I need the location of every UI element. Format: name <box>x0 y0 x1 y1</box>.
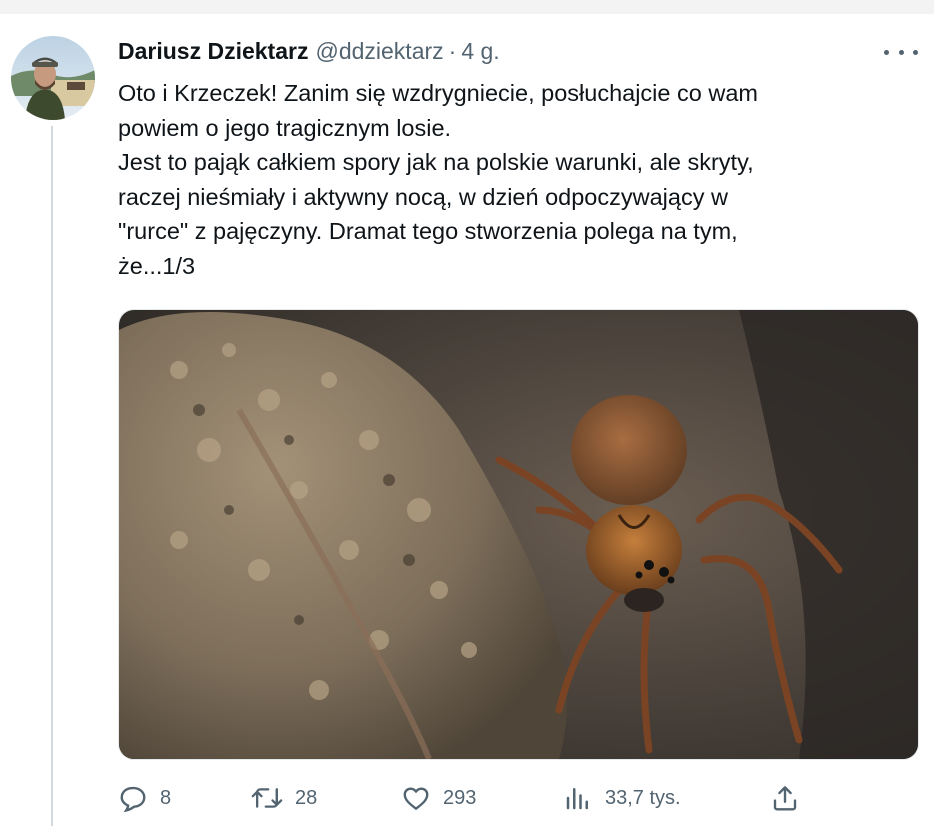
like-button[interactable]: 293 <box>401 780 476 816</box>
reply-icon <box>120 786 146 813</box>
author-handle[interactable]: @ddziektarz <box>315 38 443 65</box>
top-strip <box>0 0 934 14</box>
tweet-actions: 8 28 293 33,7 tys. <box>118 780 918 816</box>
more-horizontal-icon[interactable] <box>884 40 918 64</box>
tweet-header: Dariusz Dziektarz @ddziektarz · 4 g. <box>118 34 500 68</box>
reply-button[interactable]: 8 <box>118 780 171 816</box>
retweet-count: 28 <box>295 786 318 809</box>
heart-icon <box>403 787 429 810</box>
avatar[interactable] <box>11 36 95 120</box>
spider-photo <box>119 310 918 759</box>
retweet-button[interactable]: 28 <box>251 780 317 816</box>
like-count: 293 <box>443 786 477 809</box>
tweet-timestamp[interactable]: 4 g. <box>461 38 499 65</box>
share-icon <box>773 786 797 811</box>
thread-line <box>51 126 53 826</box>
analytics-icon <box>566 788 588 810</box>
views-count: 33,7 tys. <box>605 786 681 809</box>
share-button[interactable] <box>770 780 800 816</box>
header-separator: · <box>448 37 457 64</box>
author-name[interactable]: Dariusz Dziektarz <box>118 38 308 65</box>
views-button[interactable]: 33,7 tys. <box>563 780 681 816</box>
tweet-text: Oto i Krzeczek! Zanim się wzdrygniecie, … <box>118 80 758 279</box>
avatar-photo <box>11 36 95 120</box>
reply-count: 8 <box>160 786 172 809</box>
tweet-media[interactable] <box>118 309 919 760</box>
retweet-icon <box>251 788 283 808</box>
